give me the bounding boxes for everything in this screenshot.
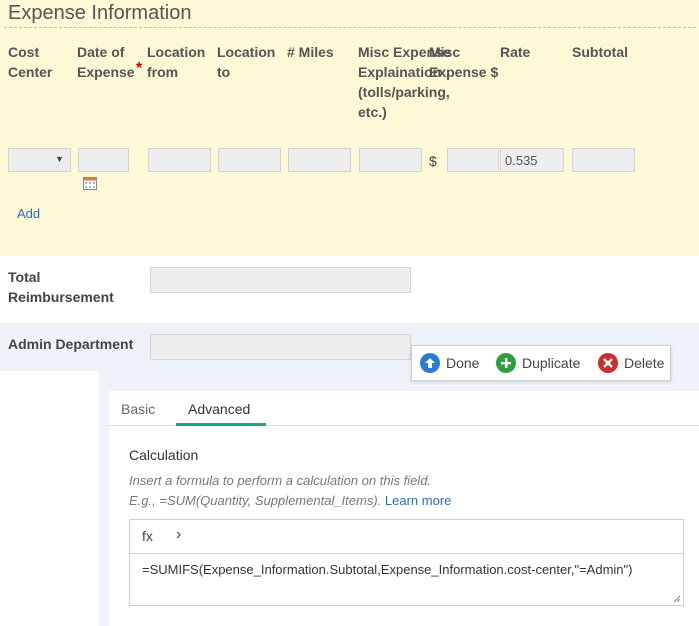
tab-basic[interactable]: Basic bbox=[121, 401, 155, 417]
delete-button[interactable]: Delete bbox=[598, 353, 668, 373]
total-reimbursement-label: Total Reimbursement bbox=[8, 269, 114, 305]
column-header-cost-center: Cost Center bbox=[8, 44, 53, 80]
date-field[interactable] bbox=[78, 148, 129, 172]
location-to-input[interactable] bbox=[218, 148, 281, 172]
column-header-date: Date of Expense bbox=[77, 44, 135, 80]
chevron-down-icon: ▼ bbox=[55, 154, 64, 164]
column-header-miles: # Miles bbox=[287, 44, 334, 60]
column-header-location-to: Location to bbox=[217, 44, 276, 80]
done-label: Done bbox=[446, 355, 480, 371]
arrow-up-icon bbox=[420, 353, 440, 373]
miles-input[interactable] bbox=[288, 148, 351, 172]
learn-more-link[interactable]: Learn more bbox=[385, 493, 451, 508]
chevron-right-icon[interactable]: › bbox=[176, 526, 181, 544]
calculation-example: E.g., =SUM(Quantity, Supplemental_Items)… bbox=[129, 493, 382, 508]
subtotal-field[interactable] bbox=[572, 148, 635, 172]
title-divider bbox=[4, 27, 696, 28]
formula-text[interactable]: =SUMIFS(Expense_Information.Subtotal,Exp… bbox=[142, 560, 662, 580]
section-title: Expense Information bbox=[8, 2, 192, 24]
cost-center-select[interactable]: ▼ bbox=[8, 148, 71, 172]
currency-symbol: $ bbox=[429, 153, 437, 169]
formula-editor[interactable]: fx › =SUMIFS(Expense_Information.Subtota… bbox=[129, 519, 684, 606]
column-header-location-from: Location from bbox=[147, 44, 206, 80]
rate-field[interactable]: 0.535 bbox=[500, 148, 564, 172]
active-tab-indicator bbox=[176, 423, 266, 426]
add-row-link[interactable]: Add bbox=[17, 206, 40, 221]
misc-explanation-input[interactable] bbox=[359, 148, 422, 172]
fx-icon[interactable]: fx bbox=[142, 528, 153, 544]
calendar-icon[interactable] bbox=[83, 176, 97, 190]
left-gutter bbox=[0, 371, 99, 626]
calculation-help-line1: Insert a formula to perform a calculatio… bbox=[129, 473, 432, 488]
location-from-input[interactable] bbox=[148, 148, 211, 172]
tab-advanced[interactable]: Advanced bbox=[188, 401, 250, 417]
panel-left-strip bbox=[99, 371, 109, 626]
expense-section: Expense Information Cost Center Date of … bbox=[0, 0, 699, 256]
done-button[interactable]: Done bbox=[420, 353, 485, 373]
calculation-title: Calculation bbox=[129, 447, 199, 463]
field-toolbar: Done Duplicate Delete bbox=[411, 345, 671, 381]
resize-handle-icon[interactable] bbox=[673, 595, 681, 603]
column-header-misc-expense: Misc Expense $ bbox=[429, 44, 499, 80]
calculation-help-line2: E.g., =SUM(Quantity, Supplemental_Items)… bbox=[129, 491, 451, 511]
calculation-help: Insert a formula to perform a calculatio… bbox=[129, 471, 451, 511]
duplicate-label: Duplicate bbox=[522, 355, 581, 371]
plus-icon bbox=[496, 353, 516, 373]
field-settings-panel: Basic Advanced Calculation Insert a form… bbox=[109, 391, 699, 626]
admin-department-field[interactable] bbox=[150, 334, 411, 360]
duplicate-button[interactable]: Duplicate bbox=[496, 353, 586, 373]
formula-toolbar: fx › bbox=[130, 520, 683, 554]
close-icon bbox=[598, 353, 618, 373]
column-header-subtotal: Subtotal bbox=[572, 44, 628, 60]
admin-department-label: Admin Department bbox=[8, 336, 134, 352]
required-marker: * bbox=[136, 60, 143, 77]
column-header-rate: Rate bbox=[500, 44, 531, 60]
delete-label: Delete bbox=[624, 355, 665, 371]
misc-expense-input[interactable] bbox=[447, 148, 499, 172]
total-reimbursement-field[interactable] bbox=[150, 267, 411, 293]
